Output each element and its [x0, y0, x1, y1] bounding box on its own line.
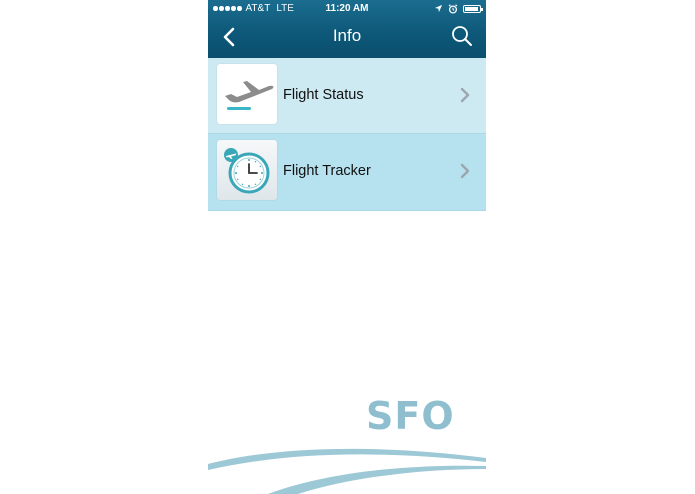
list-item-flight-tracker[interactable]: Flight Tracker	[208, 134, 486, 211]
search-button[interactable]	[450, 24, 474, 48]
phone-screen: AT&T LTE 11:20 AM Info Flight Status Fli…	[208, 0, 486, 494]
status-right	[434, 0, 483, 17]
location-arrow-icon	[434, 4, 443, 13]
clock-airplane-icon	[217, 140, 277, 200]
chevron-right-icon	[460, 87, 470, 103]
list-item-flight-status[interactable]: Flight Status	[208, 58, 486, 134]
nav-bar: Info	[208, 17, 486, 58]
logo-wave-icon	[208, 448, 486, 494]
list-item-label: Flight Status	[283, 87, 364, 103]
airplane-departure-icon	[217, 64, 277, 124]
alarm-clock-icon	[448, 3, 458, 14]
info-list: Flight Status Flight Tracker	[208, 58, 486, 211]
chevron-right-icon	[460, 163, 470, 179]
sfo-logo: SFO	[208, 380, 486, 494]
battery-icon	[463, 4, 483, 13]
search-icon	[452, 26, 472, 46]
page-title: Info	[332, 26, 362, 45]
status-bar: AT&T LTE 11:20 AM	[208, 0, 486, 17]
top-bar: AT&T LTE 11:20 AM Info	[208, 0, 486, 58]
list-item-label: Flight Tracker	[283, 163, 371, 179]
